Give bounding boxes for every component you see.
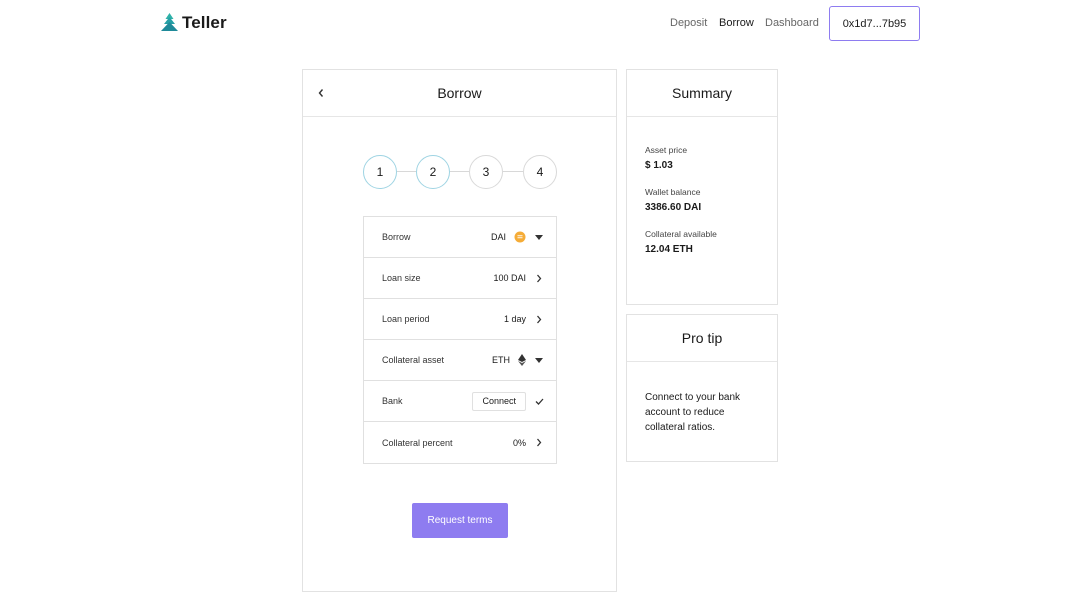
pro-tip-card: Pro tip Connect to your bank account to … (626, 314, 778, 462)
step-1: 1 (363, 155, 397, 189)
teller-tree-icon (161, 13, 178, 31)
step-3: 3 (469, 155, 503, 189)
summary-value: 3386.60 DAI (645, 202, 702, 213)
borrow-asset-row[interactable]: Borrow DAI (364, 217, 556, 258)
collateral-asset-row[interactable]: Collateral asset ETH (364, 340, 556, 381)
row-label: Borrow (382, 232, 411, 242)
borrow-card-title: Borrow (437, 85, 482, 101)
row-value: ETH (492, 355, 510, 365)
nav-deposit-link[interactable]: Deposit (670, 17, 707, 29)
row-label: Collateral asset (382, 355, 445, 365)
dai-coin-icon (514, 231, 526, 243)
row-value: 100 DAI (493, 273, 526, 283)
summary-title: Summary (672, 85, 732, 101)
step-indicator: 1 2 3 4 (363, 155, 557, 189)
row-value: 1 day (503, 314, 526, 324)
summary-value: $ 1.03 (645, 160, 673, 171)
summary-label: Wallet balance (645, 187, 701, 197)
teller-logo[interactable]: Teller (161, 13, 227, 33)
summary-label: Collateral available (645, 229, 717, 239)
row-label: Loan size (382, 273, 421, 283)
nav-dashboard-link[interactable]: Dashboard (765, 17, 819, 29)
pro-tip-text: Connect to your bank account to reduce c… (645, 392, 741, 433)
summary-label: Asset price (645, 145, 688, 155)
bank-row: Bank Connect (364, 381, 556, 422)
borrow-form: Borrow DAI Loan size 100 DAI Loan period… (363, 216, 557, 464)
asset-price-item: Asset price $ 1.03 (645, 145, 777, 171)
summary-body: Asset price $ 1.03 Wallet balance 3386.6… (627, 117, 777, 255)
chevron-right-icon[interactable] (534, 315, 544, 324)
loan-size-row[interactable]: Loan size 100 DAI (364, 258, 556, 299)
row-value: DAI (490, 232, 506, 242)
connect-bank-button[interactable]: Connect (472, 391, 526, 411)
chevron-right-icon[interactable] (534, 274, 544, 283)
chevron-right-icon[interactable] (534, 438, 544, 447)
row-value: 0% (512, 437, 526, 448)
row-label: Loan period (382, 314, 430, 324)
summary-value: 12.04 ETH (645, 244, 693, 255)
summary-card-header: Summary (627, 70, 777, 117)
nav-borrow-link[interactable]: Borrow (719, 17, 754, 29)
borrow-card-header: Borrow (303, 70, 616, 117)
request-terms-button[interactable]: Request terms (412, 503, 508, 538)
summary-card: Summary Asset price $ 1.03 Wallet balanc… (626, 69, 778, 305)
check-icon (534, 398, 544, 405)
borrow-card: Borrow 1 2 3 4 Borrow DAI Loan size 100 … (302, 69, 617, 592)
pro-tip-header: Pro tip (627, 315, 777, 362)
row-label: Bank (382, 396, 403, 406)
dropdown-caret-icon[interactable] (534, 357, 544, 363)
wallet-address-button[interactable]: 0x1d7...7b95 (829, 6, 920, 41)
eth-icon (518, 354, 526, 366)
collateral-percent-row[interactable]: Collateral percent 0% (364, 422, 556, 463)
step-2: 2 (416, 155, 450, 189)
row-label: Collateral percent (382, 437, 453, 448)
dropdown-caret-icon[interactable] (534, 234, 544, 240)
wallet-balance-item: Wallet balance 3386.60 DAI (645, 187, 777, 213)
back-chevron-icon[interactable] (314, 85, 328, 101)
loan-period-row[interactable]: Loan period 1 day (364, 299, 556, 340)
step-4: 4 (523, 155, 557, 189)
collateral-available-item: Collateral available 12.04 ETH (645, 229, 777, 255)
pro-tip-title: Pro tip (681, 330, 723, 346)
brand-name: Teller (182, 13, 227, 32)
